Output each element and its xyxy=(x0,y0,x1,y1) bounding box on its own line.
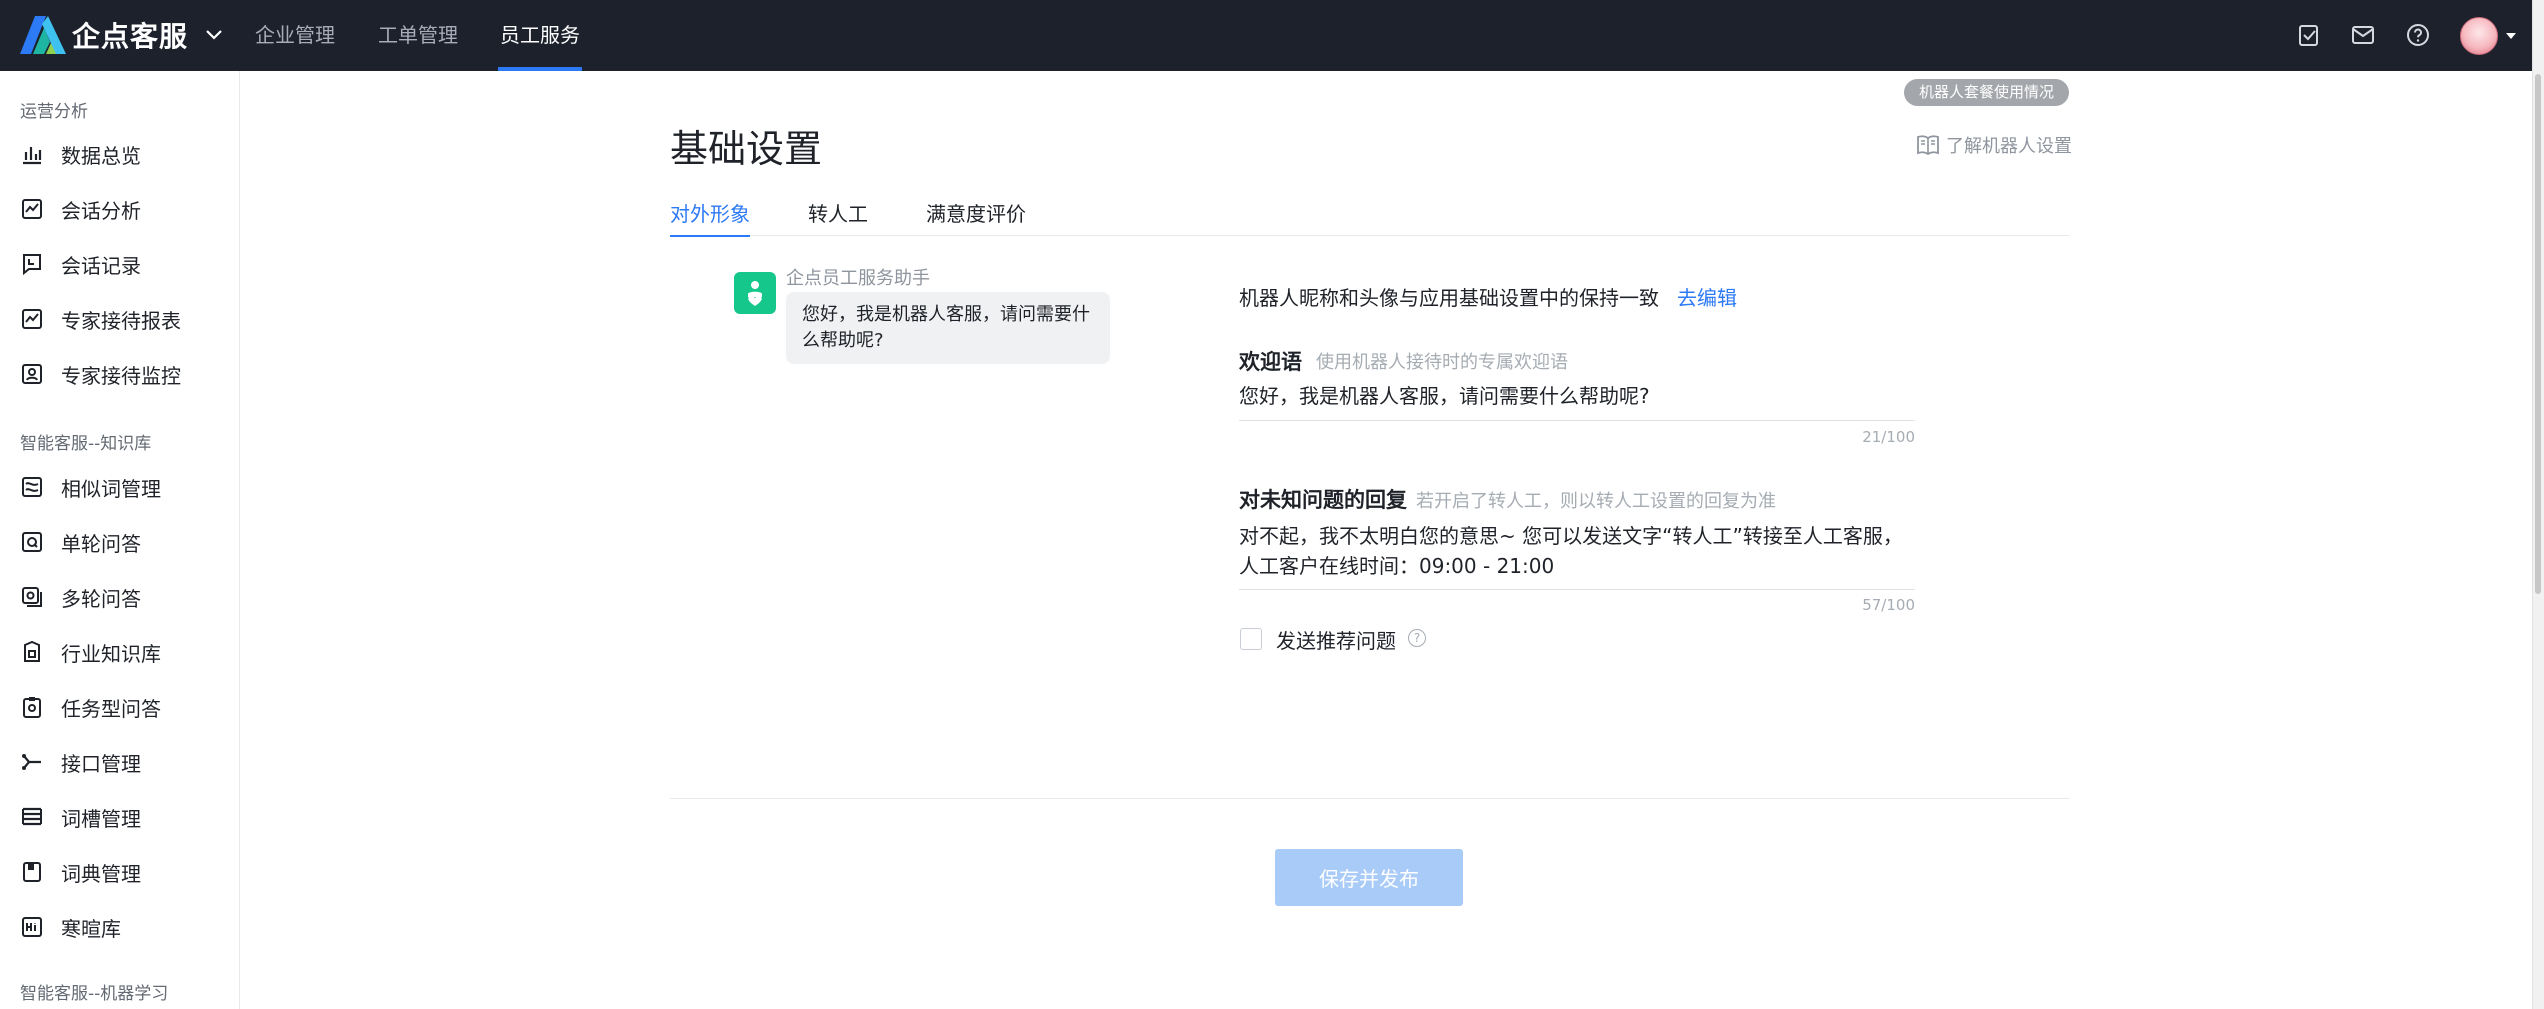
slot-list-icon xyxy=(22,807,42,826)
task-qa-icon xyxy=(23,697,41,718)
send-recommend-label[interactable]: 发送推荐问题 xyxy=(1276,625,1396,654)
unknown-reply-input[interactable]: 对不起，我不太明白您的意思~ 您可以发送文字“转人工”转接至人工客服，人工客户在… xyxy=(1239,521,1919,581)
page-title: 基础设置 xyxy=(670,127,823,171)
sidebar-item-multi-qa[interactable]: 多轮问答 xyxy=(20,577,235,617)
send-recommend-checkbox[interactable] xyxy=(1240,628,1262,650)
dictionary-book-icon xyxy=(23,862,41,882)
mail-icon[interactable] xyxy=(2350,22,2376,48)
tab-transfer-human[interactable]: 转人工 xyxy=(808,198,868,236)
sidebar-group-title: 智能客服--知识库 xyxy=(20,434,152,454)
sidebar-item-label: 多轮问答 xyxy=(61,586,141,611)
tab-external-image[interactable]: 对外形象 xyxy=(670,198,750,237)
sidebar-item-expert-monitor[interactable]: 专家接待监控 xyxy=(20,354,235,394)
welcome-label: 欢迎语 xyxy=(1239,350,1302,374)
api-branch-icon xyxy=(22,754,41,770)
bot-person-icon xyxy=(748,281,762,306)
sidebar-item-industry-knowledge[interactable]: 行业知识库 xyxy=(20,632,235,672)
footer-divider xyxy=(670,798,2070,799)
sidebar-item-label: 单轮问答 xyxy=(61,531,141,556)
sidebar-item-similar-words[interactable]: 相似词管理 xyxy=(20,467,235,507)
sidebar-item-single-qa[interactable]: 单轮问答 xyxy=(20,522,235,562)
nav-tab-employee-service[interactable]: 员工服务 xyxy=(498,0,582,71)
brand-logo[interactable]: 企点客服 xyxy=(20,15,224,55)
sidebar-item-label: 专家接待监控 xyxy=(61,363,181,388)
open-book-icon xyxy=(1917,135,1939,156)
top-navigation-bar: 企点客服 企业管理 工单管理 员工服务 xyxy=(0,0,2532,71)
similar-words-icon xyxy=(22,477,42,497)
sidebar-item-task-qa[interactable]: 任务型问答 xyxy=(20,687,235,727)
sidebar: 运营分析 数据总览 会话分析 会话记录 专家接待报表 专家接待监控 智能客服--… xyxy=(0,71,240,1009)
sync-notice: 机器人昵称和头像与应用基础设置中的保持一致 xyxy=(1239,286,1659,310)
welcome-input-underline xyxy=(1239,420,1915,421)
unknown-char-count: 57/100 xyxy=(1862,596,1915,614)
caret-down-icon[interactable] xyxy=(2506,33,2516,39)
tab-satisfaction[interactable]: 满意度评价 xyxy=(926,198,1026,236)
welcome-hint: 使用机器人接待时的专属欢迎语 xyxy=(1316,352,1568,373)
user-avatar[interactable] xyxy=(2460,17,2498,55)
chat-record-icon xyxy=(23,254,41,276)
nav-tab-tickets[interactable]: 工单管理 xyxy=(378,0,458,71)
bar-chart-icon xyxy=(23,147,42,165)
sidebar-item-label: 会话记录 xyxy=(61,253,141,278)
learn-robot-settings-link[interactable]: 了解机器人设置 xyxy=(1916,132,2072,158)
sidebar-item-data-overview[interactable]: 数据总览 xyxy=(20,134,235,174)
monitor-user-icon xyxy=(22,364,42,384)
preview-message-bubble: 您好，我是机器人客服，请问需要什么帮助呢? xyxy=(786,292,1110,364)
task-check-icon[interactable] xyxy=(2296,22,2322,48)
sidebar-item-label: 任务型问答 xyxy=(61,696,161,721)
robot-usage-badge[interactable]: 机器人套餐使用情况 xyxy=(1904,79,2069,106)
sidebar-item-label: 词典管理 xyxy=(61,861,141,886)
unknown-reply-label: 对未知问题的回复 xyxy=(1239,488,1407,512)
help-circle-icon[interactable] xyxy=(2405,22,2431,48)
sidebar-item-session-record[interactable]: 会话记录 xyxy=(20,244,235,284)
sidebar-group-title: 智能客服--机器学习 xyxy=(20,984,169,1004)
brand-name: 企点客服 xyxy=(72,20,189,53)
sidebar-item-session-analysis[interactable]: 会话分析 xyxy=(20,189,235,229)
save-publish-button[interactable]: 保存并发布 xyxy=(1275,849,1463,906)
multi-qa-icon xyxy=(22,587,42,607)
unknown-reply-hint: 若开启了转人工，则以转人工设置的回复为准 xyxy=(1416,491,1776,512)
single-qa-icon xyxy=(22,532,42,552)
sidebar-item-label: 寒暄库 xyxy=(61,916,121,941)
welcome-char-count: 21/100 xyxy=(1862,428,1915,446)
bot-avatar xyxy=(734,272,776,314)
chevron-down-icon[interactable] xyxy=(204,25,224,45)
welcome-message-input[interactable]: 您好，我是机器人客服，请问需要什么帮助呢? xyxy=(1239,381,1919,411)
sidebar-item-label: 会话分析 xyxy=(61,198,141,223)
nav-tab-enterprise[interactable]: 企业管理 xyxy=(255,0,335,71)
sidebar-item-greeting-library[interactable]: 寒暄库 xyxy=(20,907,235,947)
sidebar-item-label: 数据总览 xyxy=(61,143,141,168)
greeting-library-icon xyxy=(22,917,42,937)
line-chart-icon xyxy=(22,199,42,219)
report-chart-icon xyxy=(22,309,42,329)
unknown-input-underline xyxy=(1239,589,1915,590)
scrollbar-thumb[interactable] xyxy=(2535,74,2541,594)
settings-tabs: 对外形象 转人工 满意度评价 xyxy=(670,196,2070,237)
industry-knowledge-icon xyxy=(24,640,40,662)
sidebar-item-label: 词槽管理 xyxy=(61,806,141,831)
sidebar-item-slot-management[interactable]: 词槽管理 xyxy=(20,797,235,837)
sidebar-item-label: 接口管理 xyxy=(61,751,141,776)
edit-link[interactable]: 去编辑 xyxy=(1677,282,1737,311)
sidebar-item-label: 行业知识库 xyxy=(61,641,161,666)
sidebar-item-label: 专家接待报表 xyxy=(61,308,181,333)
help-link-label: 了解机器人设置 xyxy=(1946,136,2072,157)
question-mark-icon[interactable]: ? xyxy=(1408,629,1426,647)
brand-logo-icon xyxy=(20,16,66,54)
bot-name: 企点员工服务助手 xyxy=(786,268,930,289)
sidebar-item-expert-report[interactable]: 专家接待报表 xyxy=(20,299,235,339)
sidebar-group-title: 运营分析 xyxy=(20,102,88,122)
sidebar-item-dictionary[interactable]: 词典管理 xyxy=(20,852,235,892)
sidebar-item-api-management[interactable]: 接口管理 xyxy=(20,742,235,782)
sidebar-item-label: 相似词管理 xyxy=(61,476,161,501)
